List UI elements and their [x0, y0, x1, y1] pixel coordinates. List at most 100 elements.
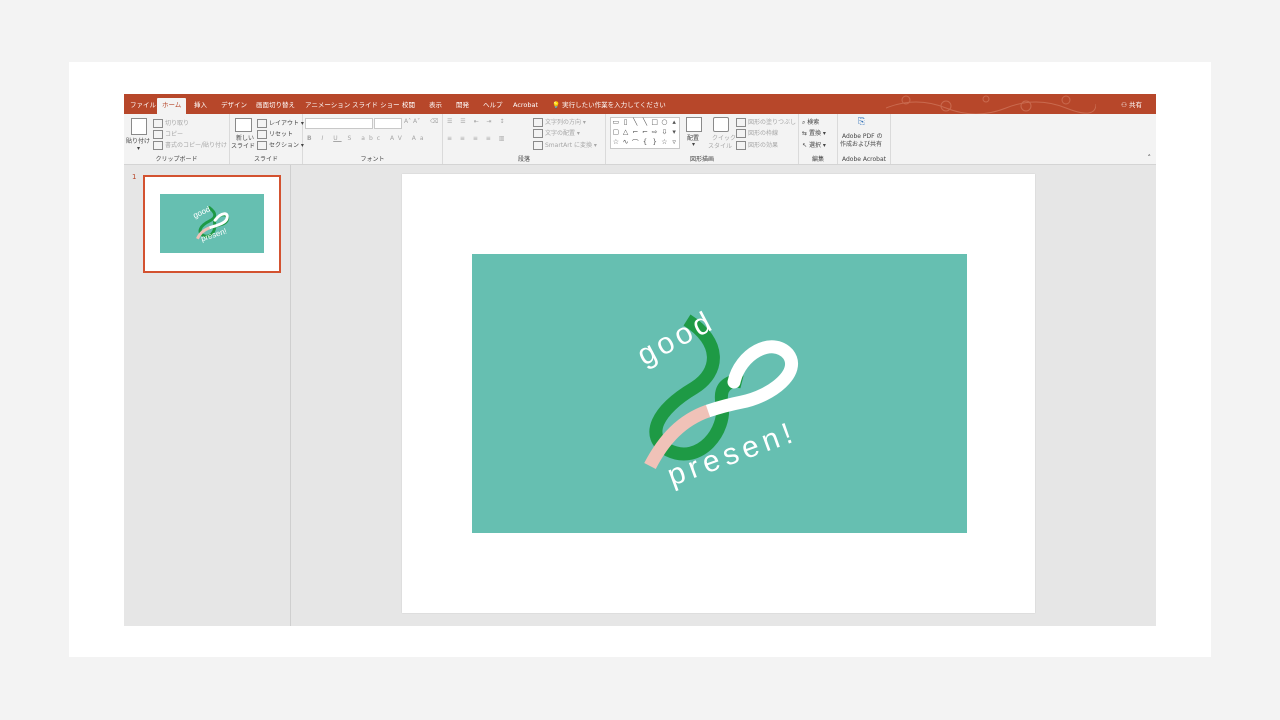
rect-shape-icon[interactable]: □ — [650, 118, 660, 128]
slide-thumbnail[interactable]: good presen! — [143, 175, 281, 273]
text-direction-button[interactable]: 文字列の方向 ▾ — [533, 117, 586, 127]
tab-help[interactable]: ヘルプ — [483, 94, 503, 114]
scroll-down-icon[interactable]: ▾ — [669, 128, 679, 138]
rounded-rect-icon[interactable]: ▢ — [611, 128, 621, 138]
tab-insert[interactable]: 挿入 — [194, 94, 207, 114]
smartart-button[interactable]: SmartArt に変換 ▾ — [533, 140, 597, 150]
brush-icon — [153, 141, 163, 150]
spacing-button[interactable]: AV — [390, 135, 406, 142]
tab-view[interactable]: 表示 — [429, 94, 442, 114]
scroll-icon[interactable]: ▴ — [669, 118, 679, 128]
format-painter-button[interactable]: 書式のコピー/貼り付け — [153, 140, 227, 150]
paste-button[interactable]: 貼り付け — [126, 136, 150, 145]
paragraph-group-label: 段落 — [517, 156, 530, 163]
brace-icon[interactable]: { — [640, 138, 650, 148]
tab-animations[interactable]: アニメーション — [305, 94, 350, 114]
tab-design[interactable]: デザイン — [221, 94, 247, 114]
lightbulb-icon: 💡 — [552, 101, 561, 109]
font-size-combobox[interactable] — [374, 118, 402, 129]
group-paragraph: ☰ ☰ ⇤ ⇥ ↕ ≡ ≡ ≡ ≡ ▥ 文字列の方向 ▾ 文字の配置 ▾ Sma… — [443, 114, 606, 164]
slide-canvas[interactable]: good presen! — [402, 174, 1035, 613]
tell-me-box[interactable]: 💡 実行したい作業を入力してください — [552, 94, 666, 114]
align-buttons[interactable]: ≡ ≡ ≡ ≡ ▥ — [447, 135, 507, 142]
star-icon-2[interactable]: ☆ — [660, 138, 670, 148]
powerpoint-window: ファイル ホーム 挿入 デザイン 画面切り替え アニメーション スライド ショー… — [124, 94, 1156, 626]
tab-transitions[interactable]: 画面切り替え — [256, 94, 295, 114]
white-ribbon — [701, 340, 798, 418]
tab-file[interactable]: ファイル — [130, 94, 156, 114]
person-icon: ⚇ — [1121, 101, 1127, 109]
change-case-button[interactable]: Aa — [412, 135, 428, 142]
layout-button[interactable]: レイアウト ▾ — [257, 118, 304, 128]
shape-effects-button[interactable]: 図形の効果 — [736, 140, 778, 150]
slide-number: 1 — [132, 173, 137, 181]
collapse-ribbon-icon[interactable]: ˄ — [1148, 154, 1152, 162]
chevron-down-icon: ▾ — [137, 145, 141, 152]
list-buttons[interactable]: ☰ ☰ ⇤ ⇥ ↕ — [447, 118, 507, 125]
tell-me-text: 実行したい作業を入力してください — [562, 101, 666, 109]
cut-button[interactable]: 切り取り — [153, 118, 189, 128]
shadow-button[interactable]: S — [348, 135, 356, 142]
teal-background-shape[interactable]: good presen! — [472, 254, 967, 533]
section-button[interactable]: セクション ▾ — [257, 140, 304, 150]
arrange-chevron-icon: ▾ — [692, 141, 696, 148]
share-button[interactable]: ⚇ 共有 — [1121, 94, 1142, 114]
arc-icon[interactable]: ⌒ — [630, 138, 640, 148]
svg-text:good: good — [192, 205, 212, 221]
more-icon[interactable]: ▿ — [669, 138, 679, 148]
quick-styles-label-2: スタイル — [708, 143, 733, 150]
align-text-button[interactable]: 文字の配置 ▾ — [533, 128, 580, 138]
font-name-combobox[interactable] — [305, 118, 373, 129]
editing-group-label: 編集 — [811, 156, 824, 163]
star-icon[interactable]: ☆ — [611, 138, 621, 148]
brace-icon-2[interactable]: } — [650, 138, 660, 148]
font-style-buttons[interactable]: B I U S abc AV Aa — [307, 135, 428, 142]
arrange-icon — [686, 117, 702, 132]
drawing-group-label: 図形描画 — [689, 156, 714, 163]
find-button[interactable]: ⌕ 検索 — [802, 117, 819, 127]
pdf-share-icon: ⎘ — [858, 117, 866, 127]
oval-shape-icon[interactable]: ○ — [660, 118, 670, 128]
line-shape-icon[interactable]: ╲ — [630, 118, 640, 128]
reset-icon — [257, 130, 267, 139]
font-grow-icon[interactable]: A˄ A˅ — [404, 118, 420, 125]
clipboard-group-label: クリップボード — [155, 156, 198, 163]
replace-button[interactable]: ⇆ 置換 ▾ — [802, 128, 826, 137]
arrow-down-icon[interactable]: ⇩ — [660, 128, 670, 138]
shapes-gallery[interactable]: ▭ ▯ ╲ ╲ □ ○ ▴ ▢ △ ⌐ ⌐ ⇨ ⇩ ▾ ☆ ∿ ⌒{} ☆ ▿ — [610, 117, 680, 149]
reset-button[interactable]: リセット — [257, 129, 293, 139]
italic-button[interactable]: I — [322, 135, 328, 142]
tab-review[interactable]: 校閲 — [402, 94, 415, 114]
section-icon — [257, 141, 267, 150]
strikethrough-button[interactable]: abc — [361, 135, 384, 142]
tab-developer[interactable]: 開発 — [456, 94, 469, 114]
select-button[interactable]: ↖ 選択 ▾ — [802, 140, 826, 149]
group-clipboard: 貼り付け ▾ 切り取り コピー 書式のコピー/貼り付け クリップボード — [124, 114, 230, 164]
layout-icon — [257, 119, 267, 128]
textbox-vertical-icon[interactable]: ▯ — [621, 118, 631, 128]
tab-slideshow[interactable]: スライド ショー — [352, 94, 400, 114]
slide-edit-area: good presen! — [291, 165, 1156, 626]
quick-styles-icon — [713, 117, 729, 132]
arrow-right-icon[interactable]: ⇨ — [650, 128, 660, 138]
search-icon: ⌕ — [802, 119, 806, 126]
tab-acrobat[interactable]: Acrobat — [513, 94, 538, 114]
shape-fill-button[interactable]: 図形の塗りつぶし — [736, 117, 796, 127]
create-pdf-label-2: 作成および共有 — [840, 141, 883, 148]
good-presen-logo[interactable]: good presen! — [472, 254, 967, 533]
line-shape-icon-2[interactable]: ╲ — [640, 118, 650, 128]
bold-button[interactable]: B — [307, 135, 316, 142]
clear-format-icon[interactable]: ⌫ — [430, 118, 438, 125]
elbow-icon-2[interactable]: ⌐ — [640, 128, 650, 138]
scissors-icon — [153, 119, 163, 128]
triangle-icon[interactable]: △ — [621, 128, 631, 138]
textbox-shape-icon[interactable]: ▭ — [611, 118, 621, 128]
curve-icon[interactable]: ∿ — [621, 138, 631, 148]
elbow-icon[interactable]: ⌐ — [630, 128, 640, 138]
thumbnail-teal-block: good presen! — [160, 194, 264, 253]
smartart-icon — [533, 141, 543, 150]
underline-button[interactable]: U — [333, 135, 341, 142]
fill-icon — [736, 118, 746, 127]
shape-outline-button[interactable]: 図形の枠線 — [736, 128, 778, 138]
copy-button[interactable]: コピー — [153, 129, 183, 139]
